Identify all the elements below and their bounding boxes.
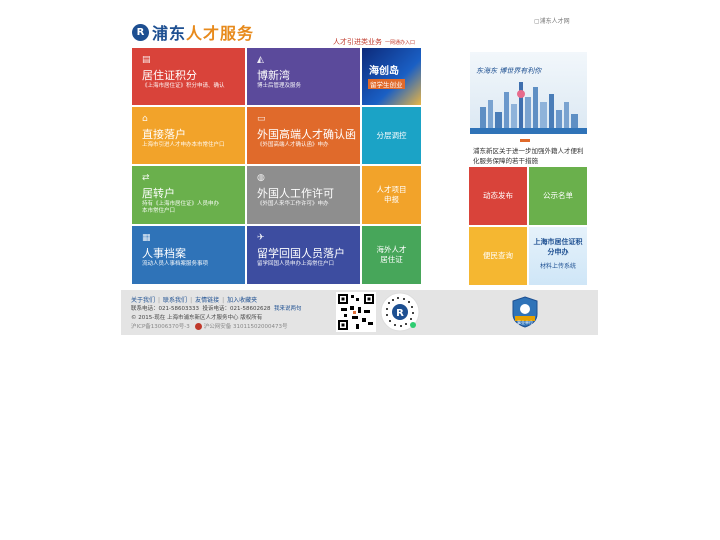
news-headline-link[interactable]: 浦东新区关于进一步加强外籍人才便利化服务保障的若干措施 xyxy=(473,146,585,166)
footer-links: 关于我们 | 联系我们 | 友情链接 | 加入收藏夹 xyxy=(131,297,258,304)
site-logo[interactable]: R 浦东人才服务 xyxy=(132,20,254,44)
footer-registration: 沪ICP备13006370号-3 沪公网安备 31011502000473号 xyxy=(131,322,288,330)
tile-public-query[interactable]: 便民查询 xyxy=(469,227,527,285)
folder-icon: ▦ xyxy=(142,233,151,243)
footer-link-contact[interactable]: 联系我们 xyxy=(163,297,187,304)
tile-overseas-residence[interactable]: 海外人才 居住证 xyxy=(362,226,421,284)
mini-program-qr-code: R xyxy=(380,292,420,332)
tile-direct-settlement[interactable]: ⌂ 直接落户 上海市引进人才申办本市常住户口 xyxy=(132,107,245,164)
city-banner-image[interactable]: 东海东 博世界有利你 xyxy=(470,52,587,134)
logo-mark-icon: R xyxy=(132,23,149,41)
tile-points-upload-system[interactable]: 上海市居住证积分申办 材料上传系统 xyxy=(529,227,587,285)
logo-text: 浦东人才服务 xyxy=(152,24,255,43)
tile-residence-points[interactable]: ▤ 居住证积分 《上海市居住证》积分申请、确认 xyxy=(132,48,245,105)
home-icon: ⌂ xyxy=(142,114,148,124)
tile-talent-project[interactable]: 人才项目 申报 xyxy=(362,166,421,224)
wechat-qr-code xyxy=(336,292,376,332)
feedback-link[interactable]: 我来说两句 xyxy=(274,306,302,312)
tile-returnee-settlement[interactable]: ✈ 留学回国人员落户 留学回国人员申办上海常住户口 xyxy=(247,226,360,284)
tile-residence-to-hukou[interactable]: ⇄ 居转户 持有《上海市居住证》人员申办 本市常住户口 xyxy=(132,166,245,224)
tile-postdoc[interactable]: ◭ 博新湾 博士后管理及服务 xyxy=(247,48,360,105)
badge-label: 事业单位 xyxy=(517,320,533,325)
footer-link-about[interactable]: 关于我们 xyxy=(131,297,155,304)
footer-link-bookmark[interactable]: 加入收藏夹 xyxy=(227,297,257,304)
top-link[interactable]: ▢浦东人才网 xyxy=(534,16,570,25)
police-badge-icon xyxy=(195,323,203,330)
news-accent-bar xyxy=(520,139,530,142)
icp-link[interactable]: 沪ICP备13006370号-3 xyxy=(131,324,190,330)
police-link[interactable]: 沪公网安备 31011502000473号 xyxy=(204,324,288,330)
id-card-icon: ▤ xyxy=(142,55,151,65)
graduation-cap-icon: ◭ xyxy=(257,55,264,65)
skyline-graphic xyxy=(470,82,587,134)
footer-link-friends[interactable]: 友情链接 xyxy=(195,297,219,304)
tile-foreign-talent-letter[interactable]: ▭ 外国高端人才确认函 《外国高端人才确认函》申办 xyxy=(247,107,360,164)
footer-contact: 联系电话：021-58603333 投诉电话：021-58602628 我来说两… xyxy=(131,306,302,312)
footer-copyright: © 2015-现在 上海市浦东新区人才服务中心 版权所有 xyxy=(131,315,263,321)
slogan: 人才引进类业务 一网通办入口 xyxy=(333,38,416,46)
svg-text:R: R xyxy=(396,308,404,319)
globe-icon: ◍ xyxy=(257,173,265,183)
tile-haichuang-island[interactable]: 海创岛 留学生创业 xyxy=(362,48,421,105)
tile-foreigner-work-permit[interactable]: ◍ 外国人工作许可 《外国人来华工作许可》申办 xyxy=(247,166,360,224)
plane-icon: ✈ xyxy=(257,233,265,243)
house-swap-icon: ⇄ xyxy=(142,173,150,183)
tile-layered-control[interactable]: 分层调控 xyxy=(362,107,421,164)
tile-personnel-archives[interactable]: ▦ 人事档案 流动人员人事档案服务事项 xyxy=(132,226,245,284)
tile-news-release[interactable]: 动态发布 xyxy=(469,167,527,225)
tile-public-list[interactable]: 公示名单 xyxy=(529,167,587,225)
card-icon: ▭ xyxy=(257,114,266,124)
